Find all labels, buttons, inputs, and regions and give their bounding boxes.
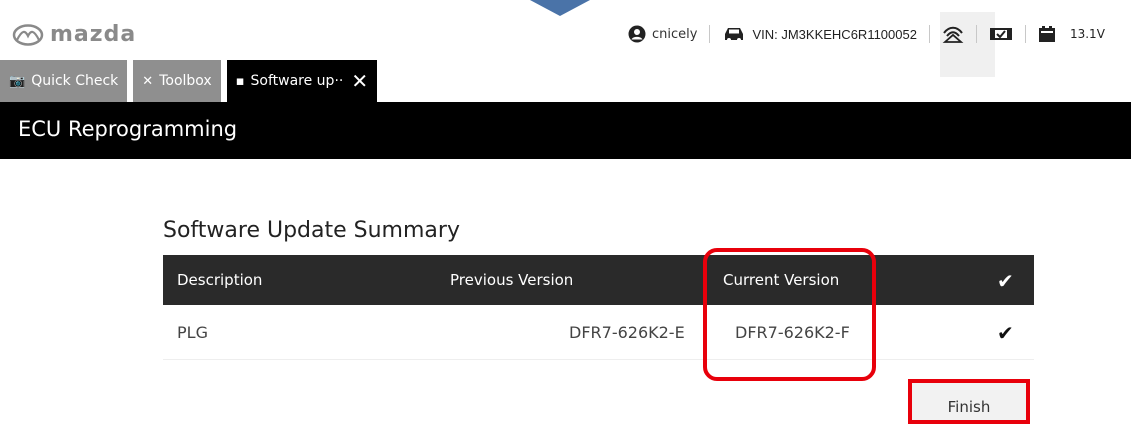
column-status-check-icon: ✔ [997, 269, 1014, 293]
battery-status[interactable]: 13.1V [1038, 25, 1105, 43]
divider [1024, 25, 1026, 43]
finish-button[interactable]: Finish [908, 379, 1030, 424]
camera-icon: 📷 [9, 73, 26, 89]
tab-software-update[interactable]: ▪ Software up·· ✕ [226, 60, 378, 102]
tab-toolbox[interactable]: ✕ Toolbox [133, 60, 221, 102]
page-title: ECU Reprogramming [18, 117, 238, 141]
top-header: mazda cnicely VIN: JM3KKEHC6R1100052 13.… [0, 0, 1131, 77]
status-bar: cnicely VIN: JM3KKEHC6R1100052 13.1V [628, 19, 1105, 49]
divider [975, 25, 977, 43]
voltage-label: 13.1V [1069, 27, 1105, 41]
vci-status[interactable] [989, 26, 1013, 42]
close-tab-icon[interactable]: ✕ [351, 71, 368, 91]
vci-device-icon [989, 28, 1012, 40]
car-icon [725, 28, 744, 42]
tab-label: Toolbox [159, 73, 212, 89]
divider [928, 25, 930, 43]
tab-bar: 📷 Quick Check ✕ Toolbox ▪ Software up·· … [0, 60, 378, 102]
connection-status[interactable] [942, 24, 964, 44]
brand-wordmark: mazda [50, 22, 137, 47]
title-bar: ECU Reprogramming [0, 102, 1131, 159]
user-info[interactable]: cnicely [628, 25, 697, 43]
battery-icon [1038, 26, 1055, 42]
vehicle-info[interactable]: VIN: JM3KKEHC6R1100052 [722, 25, 917, 43]
tools-icon: ✕ [142, 73, 154, 89]
wireless-icon [942, 26, 964, 43]
arrow-pointer-icon [530, 0, 590, 16]
column-previous-version: Previous Version [450, 271, 574, 289]
tab-quick-check[interactable]: 📷 Quick Check [0, 60, 128, 102]
current-version-highlight [703, 248, 876, 381]
tab-label: Quick Check [31, 73, 119, 89]
tab-label: Software up·· [250, 73, 344, 89]
table-row: PLG DFR7-626K2-E DFR7-626K2-F ✔ [163, 305, 1034, 360]
summary-heading: Software Update Summary [163, 218, 460, 243]
summary-table: Description Previous Version Current Ver… [163, 255, 1034, 360]
user-icon [628, 25, 646, 43]
table-header: Description Previous Version Current Ver… [163, 255, 1034, 305]
vin-label: VIN: JM3KKEHC6R1100052 [752, 26, 917, 42]
user-name: cnicely [652, 26, 698, 42]
row-check-icon: ✔ [997, 321, 1014, 345]
divider [709, 25, 711, 43]
column-description: Description [177, 271, 263, 289]
cell-previous-version: DFR7-626K2-E [569, 323, 685, 342]
cell-description: PLG [177, 323, 208, 342]
chip-icon: ▪ [235, 73, 245, 89]
mazda-emblem-icon [12, 23, 44, 46]
mazda-logo: mazda [12, 22, 136, 47]
